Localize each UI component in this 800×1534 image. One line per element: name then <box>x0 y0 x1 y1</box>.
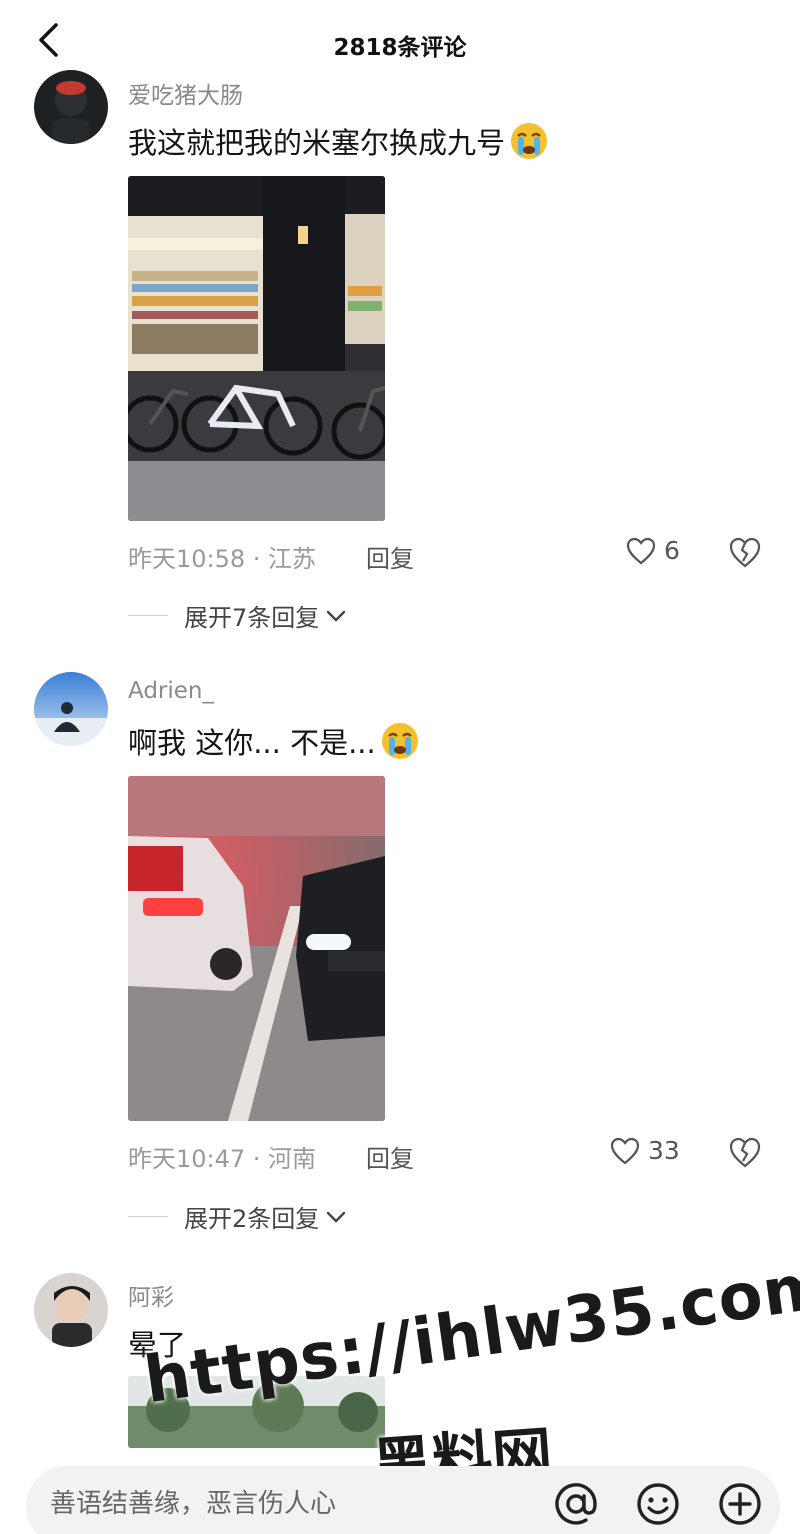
comment-text-content: 啊我 这你... 不是... <box>128 726 376 760</box>
crying-face-icon <box>511 123 548 159</box>
comment-image[interactable] <box>128 776 385 1121</box>
comment-input-bar <box>26 1466 780 1534</box>
chevron-down-icon <box>327 1211 346 1223</box>
avatar[interactable] <box>34 1273 108 1347</box>
expand-replies-label: 展开7条回复 <box>184 604 320 632</box>
like-count: 33 <box>648 1136 680 1165</box>
like-button[interactable]: 33 <box>610 1136 680 1165</box>
comment-time-location: 昨天10:58 · 江苏 <box>128 545 317 573</box>
at-mention-icon[interactable] <box>552 1480 600 1528</box>
expand-replies-button[interactable]: 展开2条回复 <box>128 1199 347 1234</box>
comment-text-content: 我这就把我的米塞尔换成九号 <box>128 126 506 160</box>
comment-text: 我这就把我的米塞尔换成九号 <box>128 120 549 162</box>
avatar[interactable] <box>34 70 108 144</box>
reply-button[interactable]: 回复 <box>366 539 414 574</box>
comment-count-title: 2818条评论 <box>333 35 467 61</box>
heart-icon <box>626 537 656 564</box>
chevron-down-icon <box>327 610 346 622</box>
add-plus-icon[interactable] <box>716 1480 764 1528</box>
top-bar: 2818条评论 <box>0 0 800 80</box>
avatar[interactable] <box>34 672 108 746</box>
username[interactable]: 爱吃猪大肠 <box>128 76 243 110</box>
comment-time-location: 昨天10:47 · 河南 <box>128 1145 317 1173</box>
expand-replies-button[interactable]: 展开7条回复 <box>128 598 347 633</box>
divider <box>128 615 168 616</box>
broken-heart-icon[interactable] <box>728 536 762 570</box>
like-button[interactable]: 6 <box>626 536 680 565</box>
reply-button[interactable]: 回复 <box>366 1139 414 1174</box>
divider <box>128 1216 168 1217</box>
username[interactable]: Adrien_ <box>128 678 214 704</box>
username[interactable]: 阿彩 <box>128 1278 174 1312</box>
comment-input[interactable] <box>50 1484 530 1524</box>
comment-text: 啊我 这你... 不是... <box>128 720 420 762</box>
comment-image[interactable] <box>128 176 385 521</box>
heart-icon <box>610 1137 640 1164</box>
broken-heart-icon[interactable] <box>728 1136 762 1170</box>
crying-face-icon <box>381 723 418 759</box>
watermark-url: https://ihlw35.com <box>140 1248 800 1419</box>
like-count: 6 <box>664 536 680 565</box>
expand-replies-label: 展开2条回复 <box>184 1205 320 1233</box>
emoji-smile-icon[interactable] <box>634 1480 682 1528</box>
